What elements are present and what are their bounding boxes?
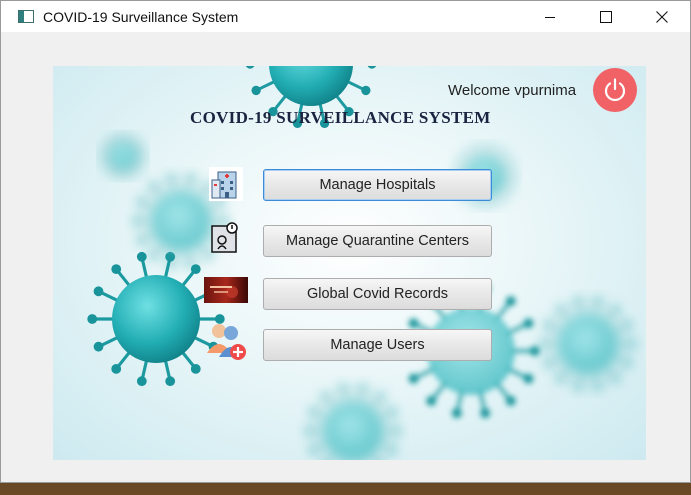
- window-controls: [522, 1, 690, 32]
- covid-records-icon: [204, 277, 248, 308]
- power-icon: [604, 78, 626, 102]
- minimize-icon: [545, 16, 555, 18]
- hospital-icon: [208, 166, 244, 207]
- maximize-button[interactable]: [578, 1, 634, 32]
- welcome-text: Welcome vpurnima: [448, 82, 577, 99]
- add-user-icon: [205, 319, 249, 368]
- window-title: COVID-19 Surveillance System: [43, 8, 239, 25]
- logout-button[interactable]: [593, 68, 637, 112]
- page-title: COVID-19 SURVEILLANCE SYSTEM: [190, 108, 491, 127]
- maximize-icon: [600, 10, 612, 23]
- global-covid-records-button[interactable]: Global Covid Records: [263, 278, 492, 310]
- main-panel: Welcome vpurnima COVID-19 SURVEILLANCE S…: [53, 66, 646, 460]
- manage-users-button[interactable]: Manage Users: [263, 329, 492, 361]
- manage-hospitals-button[interactable]: Manage Hospitals: [263, 169, 492, 201]
- manage-quarantine-centers-button[interactable]: Manage Quarantine Centers: [263, 225, 492, 257]
- app-window: COVID-19 Surveillance System Welcome vpu…: [0, 0, 691, 483]
- app-icon: [18, 10, 34, 23]
- quarantine-icon: [210, 222, 240, 259]
- minimize-button[interactable]: [522, 1, 578, 32]
- title-bar[interactable]: COVID-19 Surveillance System: [1, 1, 690, 32]
- close-icon: [656, 10, 668, 23]
- close-button[interactable]: [634, 1, 690, 32]
